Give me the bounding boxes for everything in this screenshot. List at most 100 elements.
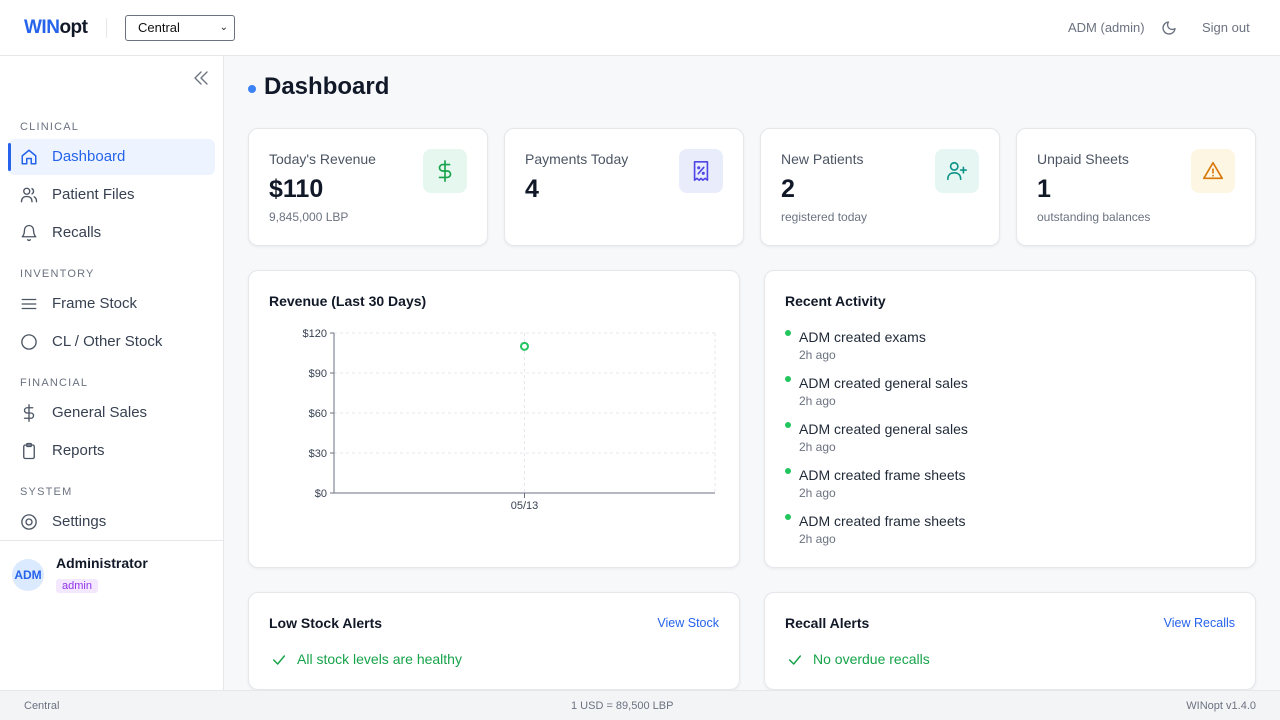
sidebar-item-label: Recalls [52, 224, 102, 241]
target-icon [21, 514, 37, 530]
warning-icon [1203, 161, 1223, 180]
status-message: All stock levels are healthy [297, 651, 462, 667]
low-stock-card: Low Stock Alerts View Stock All stock le… [248, 592, 740, 690]
sidebar-item-reports[interactable]: Reports [8, 433, 215, 469]
card-title: Recall Alerts [785, 615, 870, 631]
circle-icon [21, 334, 37, 350]
y-tick-label: $0 [315, 488, 327, 500]
stat-value: 2 [781, 175, 795, 203]
y-tick-label: $30 [309, 448, 327, 460]
sidebar-item-dashboard[interactable]: Dashboard [8, 139, 215, 175]
activity-time: 2h ago [799, 394, 836, 408]
card-title: Recent Activity [785, 293, 886, 309]
activity-text: ADM created exams [799, 329, 926, 345]
activity-time: 2h ago [799, 348, 836, 362]
stat-icon-box [935, 149, 979, 193]
check-icon [788, 655, 802, 665]
stat-label: New Patients [781, 151, 864, 167]
divider [0, 540, 223, 541]
sidebar-item-settings[interactable]: Settings [8, 504, 215, 540]
activity-dot [785, 514, 791, 520]
page-title: Dashboard [264, 73, 390, 100]
stat-sub: registered today [781, 210, 868, 224]
stat-card-new-patients: New Patients 2 registered today [760, 128, 1000, 246]
activity-text: ADM created frame sheets [799, 513, 966, 529]
app-version: WINopt v1.4.0 [1186, 700, 1256, 712]
section-inventory: INVENTORY [20, 268, 95, 280]
exchange-rate: 1 USD = 89,500 LBP [571, 700, 674, 712]
moon-icon[interactable] [1161, 20, 1177, 36]
activity-dot [785, 376, 791, 382]
y-tick-label: $90 [309, 368, 327, 380]
sidebar-item-label: CL / Other Stock [52, 333, 163, 350]
stat-value: 4 [525, 175, 539, 203]
recall-alerts-card: Recall Alerts View Recalls No overdue re… [764, 592, 1256, 690]
sidebar-item-label: Dashboard [52, 148, 126, 165]
revenue-chart: $0 $30 $60 $90 $120 05/13 [303, 328, 716, 512]
bell-icon [21, 224, 37, 242]
profile-name: Administrator [56, 555, 148, 571]
check-icon [272, 655, 286, 665]
activity-time: 2h ago [799, 440, 836, 454]
sidebar-item-patient-files[interactable]: Patient Files [8, 177, 215, 213]
user-plus-icon [947, 161, 967, 181]
y-tick-label: $120 [303, 328, 327, 340]
avatar[interactable]: ADM [12, 559, 44, 591]
sidebar-item-general-sales[interactable]: General Sales [8, 395, 215, 431]
stat-value: $110 [269, 175, 324, 203]
sidebar-item-recalls[interactable]: Recalls [8, 215, 215, 251]
stat-label: Today's Revenue [269, 151, 376, 167]
receipt-icon [693, 161, 709, 181]
revenue-chart-card: Revenue (Last 30 Days) $0 $30 $60 $90 $120 05… [248, 270, 740, 568]
stat-card-revenue: Today's Revenue $110 9,845,000 LBP [248, 128, 488, 246]
stat-icon-box [1191, 149, 1235, 193]
list-icon [21, 298, 37, 310]
collapse-sidebar-icon[interactable] [192, 70, 210, 86]
activity-dot [785, 330, 791, 336]
recent-activity-card: Recent Activity ADM created exams 2h ago… [764, 270, 1256, 568]
branch-select[interactable]: Central ⌄ [125, 15, 235, 41]
footer-branch: Central [24, 700, 60, 712]
stat-sub: 9,845,000 LBP [269, 210, 349, 224]
card-title: Low Stock Alerts [269, 615, 383, 631]
stat-icon-box [679, 149, 723, 193]
view-stock-link[interactable]: View Stock [657, 616, 719, 630]
section-clinical: CLINICAL [20, 121, 80, 133]
dollar-icon [438, 160, 452, 182]
stat-card-payments: Payments Today 4 [504, 128, 744, 246]
stat-label: Unpaid Sheets [1037, 151, 1129, 167]
y-tick-label: $60 [309, 408, 327, 420]
sidebar-item-cl-other-stock[interactable]: CL / Other Stock [8, 324, 215, 360]
activity-text: ADM created general sales [799, 421, 968, 437]
stat-card-unpaid: Unpaid Sheets 1 outstanding balances [1016, 128, 1256, 246]
activity-time: 2h ago [799, 532, 836, 546]
x-tick-label: 05/13 [511, 500, 539, 512]
activity-dot [785, 422, 791, 428]
sidebar-item-label: Reports [52, 442, 105, 459]
stat-icon-box [423, 149, 467, 193]
sidebar-item-label: Settings [52, 513, 107, 530]
app-logo[interactable]: WINopt [24, 17, 88, 39]
sidebar-item-label: General Sales [52, 404, 148, 421]
section-financial: FINANCIAL [20, 377, 89, 389]
home-icon [21, 149, 37, 165]
divider [106, 18, 107, 38]
view-recalls-link[interactable]: View Recalls [1164, 616, 1235, 630]
chevron-down-icon: ⌄ [219, 22, 228, 33]
clipboard-icon [23, 442, 35, 460]
sidebar-item-label: Frame Stock [52, 295, 138, 312]
stat-label: Payments Today [525, 151, 629, 167]
sidebar: CLINICAL Dashboard Patient Files Recalls… [0, 56, 224, 690]
users-icon [20, 187, 38, 203]
current-user: ADM (admin) [1068, 20, 1145, 35]
sign-out-link[interactable]: Sign out [1202, 20, 1250, 35]
dollar-icon [23, 404, 35, 422]
section-system: SYSTEM [20, 486, 73, 498]
footer: Central 1 USD = 89,500 LBP WINopt v1.4.0 [0, 690, 1280, 720]
activity-time: 2h ago [799, 486, 836, 500]
sidebar-item-label: Patient Files [52, 186, 135, 203]
activity-text: ADM created general sales [799, 375, 968, 391]
data-point [520, 341, 529, 351]
status-message: No overdue recalls [813, 651, 930, 667]
sidebar-item-frame-stock[interactable]: Frame Stock [8, 286, 215, 322]
